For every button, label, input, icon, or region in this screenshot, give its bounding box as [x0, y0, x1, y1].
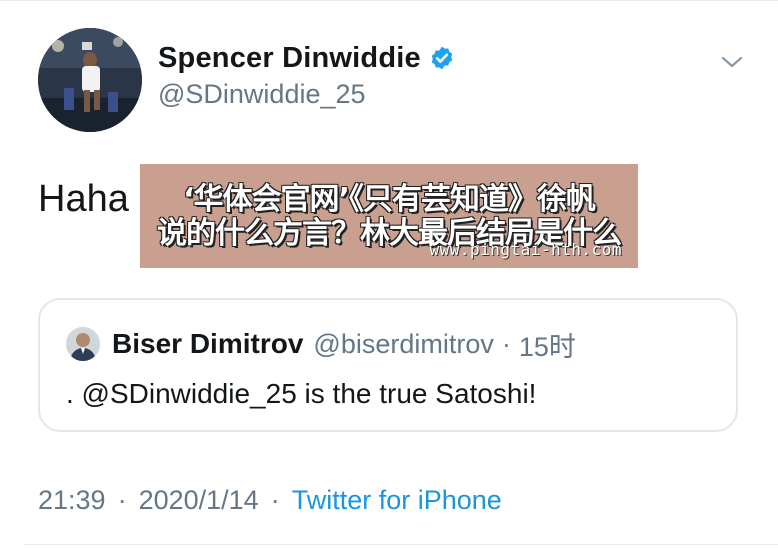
author-handle[interactable]: @SDinwiddie_25	[158, 79, 366, 110]
bottom-divider	[24, 544, 778, 545]
tweet-source-link[interactable]: Twitter for iPhone	[292, 485, 502, 516]
quoted-tweet-card[interactable]: Biser Dimitrov @biserdimitrov · 15时 . @S…	[38, 298, 738, 432]
watermark-overlay: ‘华体会官网’《只有芸知道》徐帆 说的什么方言？林大最后结局是什么 www.pi…	[140, 164, 638, 268]
meta-separator-2: ·	[270, 484, 280, 515]
tweet-meta: 21:39 · 2020/1/14 · Twitter for iPhone	[38, 482, 502, 518]
quoted-tweet-header: Biser Dimitrov @biserdimitrov · 15时	[66, 324, 576, 364]
tweet-menu-button[interactable]	[716, 48, 748, 76]
overlay-url: www.pingtai-hth.com	[429, 240, 622, 259]
quoted-separator: ·	[501, 328, 511, 359]
quoted-author-name[interactable]: Biser Dimitrov	[112, 328, 303, 360]
verified-badge-icon	[431, 46, 453, 70]
quoted-author-handle[interactable]: @biserdimitrov	[313, 329, 493, 360]
quoted-tweet-text: . @SDinwiddie_25 is the true Satoshi!	[66, 378, 537, 409]
chevron-down-icon	[721, 56, 743, 68]
author-avatar[interactable]	[38, 28, 142, 132]
quoted-author-avatar	[66, 327, 100, 361]
tweet-date[interactable]: 2020/1/14	[139, 485, 259, 516]
author-name-row: Spencer Dinwiddie	[158, 40, 455, 76]
meta-separator-1: ·	[117, 484, 127, 515]
tweet-header: Spencer Dinwiddie @SDinwiddie_25	[0, 0, 778, 140]
tweet-timestamp[interactable]: 21:39	[38, 485, 106, 516]
author-display-name[interactable]: Spencer Dinwiddie	[158, 42, 421, 75]
quoted-time: 15时	[518, 331, 576, 362]
